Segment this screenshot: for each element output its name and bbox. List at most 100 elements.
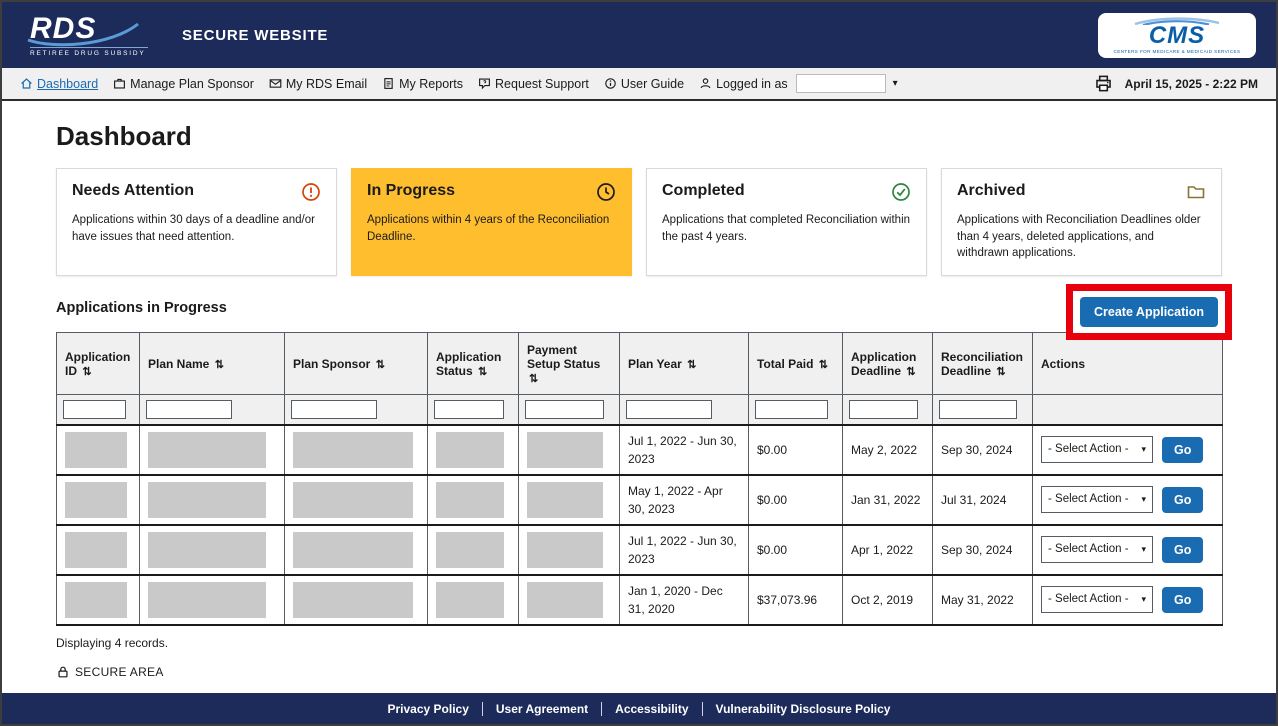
table-row: Jan 1, 2020 - Dec 31, 2020 $37,073.96 Oc… <box>57 575 1223 625</box>
redacted-payment-setup-status <box>527 432 603 468</box>
section-title: Applications in Progress <box>56 300 227 316</box>
page-title: Dashboard <box>56 121 1222 152</box>
footer-link-vulnerability-disclosure-policy[interactable]: Vulnerability Disclosure Policy <box>702 702 904 716</box>
application-deadline-cell: Apr 1, 2022 <box>843 525 933 575</box>
info-icon <box>604 77 617 90</box>
card-needs-attention[interactable]: Needs Attention Applications within 30 d… <box>56 168 337 276</box>
column-label: Actions <box>1041 357 1085 371</box>
column-header-application-deadline[interactable]: Application Deadline ⇅ <box>843 333 933 395</box>
column-header-application-status[interactable]: Application Status ⇅ <box>428 333 519 395</box>
rds-logo-text: RDS <box>30 14 148 44</box>
person-icon <box>699 77 712 90</box>
card-archived[interactable]: Archived Applications with Reconciliatio… <box>941 168 1222 276</box>
column-header-plan-name[interactable]: Plan Name ⇅ <box>140 333 285 395</box>
column-header-plan-year[interactable]: Plan Year ⇅ <box>620 333 749 395</box>
go-button[interactable]: Go <box>1162 587 1203 613</box>
chevron-down-icon: ▾ <box>893 78 898 89</box>
plan-year-cell: May 1, 2022 - Apr 30, 2023 <box>620 475 749 525</box>
column-header-application-id[interactable]: Application ID ⇅ <box>57 333 140 395</box>
filter-application-deadline-input[interactable] <box>849 400 918 419</box>
action-select[interactable]: - Select Action - ▾ <box>1041 486 1153 513</box>
card-title: Archived <box>957 182 1025 200</box>
card-title: In Progress <box>367 182 455 200</box>
card-in-progress[interactable]: In Progress Applications within 4 years … <box>351 168 632 276</box>
table-header-row: Application ID ⇅ Plan Name ⇅ Plan Sponso… <box>57 333 1223 395</box>
application-deadline-cell: Jan 31, 2022 <box>843 475 933 525</box>
filter-total-paid-input[interactable] <box>755 400 828 419</box>
nav-item-user-guide[interactable]: User Guide <box>604 77 684 91</box>
nav-item-request-support[interactable]: Request Support <box>478 77 589 91</box>
footer-link-accessibility[interactable]: Accessibility <box>601 702 701 716</box>
table-row: Jul 1, 2022 - Jun 30, 2023 $0.00 May 2, … <box>57 425 1223 475</box>
records-count: Displaying 4 records. <box>56 636 1222 650</box>
nav-label: Logged in as <box>716 77 788 91</box>
nav-label: Request Support <box>495 77 589 91</box>
check-circle-icon <box>891 182 911 202</box>
filter-reconciliation-deadline-input[interactable] <box>939 400 1017 419</box>
sort-icon: ⇅ <box>215 359 224 371</box>
reports-icon <box>382 77 395 90</box>
nav-right-group: April 15, 2025 - 2:22 PM <box>1094 74 1258 93</box>
chevron-down-icon: ▾ <box>1141 543 1146 557</box>
redacted-plan-name <box>148 432 266 468</box>
site-footer: Privacy Policy User Agreement Accessibil… <box>2 693 1276 724</box>
reconciliation-deadline-cell: Sep 30, 2024 <box>933 525 1033 575</box>
nav-item-manage-plan-sponsor[interactable]: Manage Plan Sponsor <box>113 77 254 91</box>
card-completed[interactable]: Completed Applications that completed Re… <box>646 168 927 276</box>
column-header-payment-setup-status[interactable]: Payment Setup Status ⇅ <box>519 333 620 395</box>
support-icon <box>478 77 491 90</box>
filter-plan-year-input[interactable] <box>626 400 712 419</box>
total-paid-cell: $37,073.96 <box>749 575 843 625</box>
filter-plan-name-input[interactable] <box>146 400 232 419</box>
action-select[interactable]: - Select Action - ▾ <box>1041 536 1153 563</box>
column-header-actions: Actions <box>1033 333 1223 395</box>
logged-in-user-select[interactable] <box>796 74 886 93</box>
filter-application-id-input[interactable] <box>63 400 126 419</box>
rds-logo-subtext: RETIREE DRUG SUBSIDY <box>30 47 148 57</box>
redacted-plan-name <box>148 482 266 518</box>
applications-table: Application ID ⇅ Plan Name ⇅ Plan Sponso… <box>56 332 1223 626</box>
redacted-application-status <box>436 582 504 618</box>
column-header-total-paid[interactable]: Total Paid ⇅ <box>749 333 843 395</box>
action-select-label: - Select Action - <box>1048 541 1129 558</box>
action-select-label: - Select Action - <box>1048 441 1129 458</box>
redacted-application-id <box>65 582 127 618</box>
footer-link-privacy-policy[interactable]: Privacy Policy <box>375 702 482 716</box>
home-icon <box>20 77 33 90</box>
secure-area: SECURE AREA <box>56 665 1222 679</box>
nav-item-logged-in-as: Logged in as ▾ <box>699 74 898 93</box>
card-description: Applications within 4 years of the Recon… <box>367 212 616 245</box>
secure-area-label: SECURE AREA <box>75 665 164 679</box>
table-row: Jul 1, 2022 - Jun 30, 2023 $0.00 Apr 1, … <box>57 525 1223 575</box>
go-button[interactable]: Go <box>1162 537 1203 563</box>
filter-plan-sponsor-input[interactable] <box>291 400 377 419</box>
action-select[interactable]: - Select Action - ▾ <box>1041 586 1153 613</box>
redacted-plan-sponsor <box>293 482 413 518</box>
actions-cell: - Select Action - ▾ Go <box>1041 586 1214 613</box>
nav-item-my-reports[interactable]: My Reports <box>382 77 463 91</box>
column-header-plan-sponsor[interactable]: Plan Sponsor ⇅ <box>285 333 428 395</box>
column-label: Plan Year <box>628 357 682 371</box>
column-label: Plan Name <box>148 357 209 371</box>
print-icon[interactable] <box>1094 74 1113 93</box>
redacted-application-id <box>65 432 127 468</box>
card-description: Applications that completed Reconciliati… <box>662 212 911 245</box>
filter-payment-setup-status-input[interactable] <box>525 400 604 419</box>
action-select[interactable]: - Select Action - ▾ <box>1041 436 1153 463</box>
column-header-reconciliation-deadline[interactable]: Reconciliation Deadline ⇅ <box>933 333 1033 395</box>
redacted-application-status <box>436 432 504 468</box>
go-button[interactable]: Go <box>1162 437 1203 463</box>
card-description: Applications within 30 days of a deadlin… <box>72 212 321 245</box>
go-button[interactable]: Go <box>1162 487 1203 513</box>
create-application-button[interactable]: Create Application <box>1080 297 1218 327</box>
filter-application-status-input[interactable] <box>434 400 504 419</box>
nav-item-dashboard[interactable]: Dashboard <box>20 77 98 91</box>
footer-link-user-agreement[interactable]: User Agreement <box>482 702 601 716</box>
cms-logo: CMS CENTERS FOR MEDICARE & MEDICAID SERV… <box>1098 13 1256 58</box>
actions-cell: - Select Action - ▾ Go <box>1041 536 1214 563</box>
nav-label: Dashboard <box>37 77 98 91</box>
nav-item-my-rds-email[interactable]: My RDS Email <box>269 77 367 91</box>
total-paid-cell: $0.00 <box>749 475 843 525</box>
table-filter-row <box>57 395 1223 425</box>
redacted-plan-sponsor <box>293 582 413 618</box>
